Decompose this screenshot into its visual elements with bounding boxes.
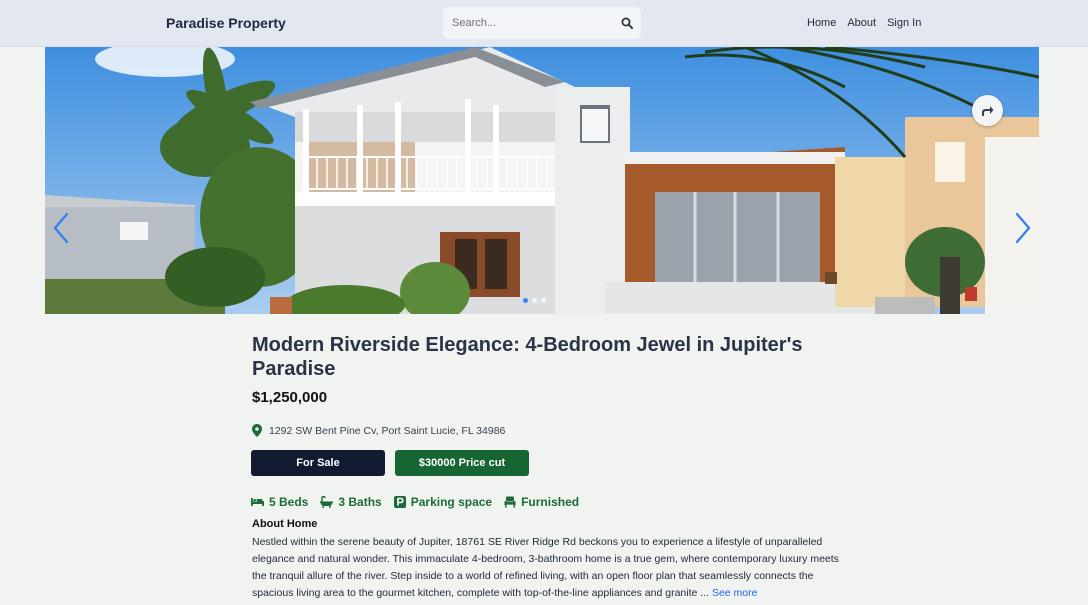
- see-more-link[interactable]: See more: [712, 587, 758, 599]
- beds-label: 5 Beds: [269, 495, 309, 509]
- brand-logo[interactable]: Paradise Property: [166, 15, 286, 31]
- bed-icon: [251, 498, 264, 506]
- nav-link-home[interactable]: Home: [807, 17, 836, 29]
- carousel-indicators: [523, 298, 546, 303]
- share-button[interactable]: [972, 95, 1003, 126]
- feature-beds: 5 Beds: [251, 495, 308, 509]
- nav-links: Home About Sign In: [807, 17, 921, 29]
- search-icon[interactable]: [621, 17, 633, 29]
- search-input[interactable]: [443, 7, 613, 39]
- price-cut-button[interactable]: $30000 Price cut: [395, 450, 529, 476]
- carousel-dot[interactable]: [532, 298, 537, 303]
- carousel-next-icon[interactable]: [1012, 212, 1032, 244]
- share-icon: [982, 106, 994, 116]
- search-bar: [443, 7, 641, 39]
- nav-link-sign-in[interactable]: Sign In: [887, 17, 921, 29]
- carousel-prev-icon[interactable]: [52, 212, 72, 244]
- sofa-icon: [504, 496, 516, 508]
- feature-furnished: Furnished: [504, 495, 579, 509]
- listing-price: $1,250,000: [252, 389, 328, 406]
- feature-list: 5 Beds 3 Baths Parking space Furnished: [251, 495, 579, 509]
- listing-title: Modern Riverside Elegance: 4-Bedroom Jew…: [252, 334, 803, 380]
- top-navbar: Paradise Property Home About Sign In: [0, 0, 1088, 47]
- listing-address: 1292 SW Bent Pine Cv, Port Saint Lucie, …: [252, 424, 505, 437]
- carousel-dot[interactable]: [523, 298, 528, 303]
- property-image-carousel[interactable]: [45, 47, 1039, 314]
- bath-icon: [320, 496, 334, 508]
- about-home-text: Nestled within the serene beauty of Jupi…: [252, 534, 842, 602]
- for-sale-button[interactable]: For Sale: [251, 450, 385, 476]
- parking-icon: [393, 496, 406, 508]
- carousel-dot[interactable]: [541, 298, 546, 303]
- feature-baths: 3 Baths: [320, 495, 382, 509]
- feature-parking: Parking space: [393, 495, 493, 509]
- nav-link-about[interactable]: About: [847, 17, 876, 29]
- address-text: 1292 SW Bent Pine Cv, Port Saint Lucie, …: [269, 424, 506, 437]
- baths-label: 3 Baths: [338, 495, 382, 509]
- map-pin-icon: [252, 424, 262, 437]
- parking-label: Parking space: [410, 495, 493, 509]
- about-home-heading: About Home: [252, 518, 318, 530]
- property-photo: [45, 47, 1039, 314]
- furnished-label: Furnished: [521, 495, 580, 509]
